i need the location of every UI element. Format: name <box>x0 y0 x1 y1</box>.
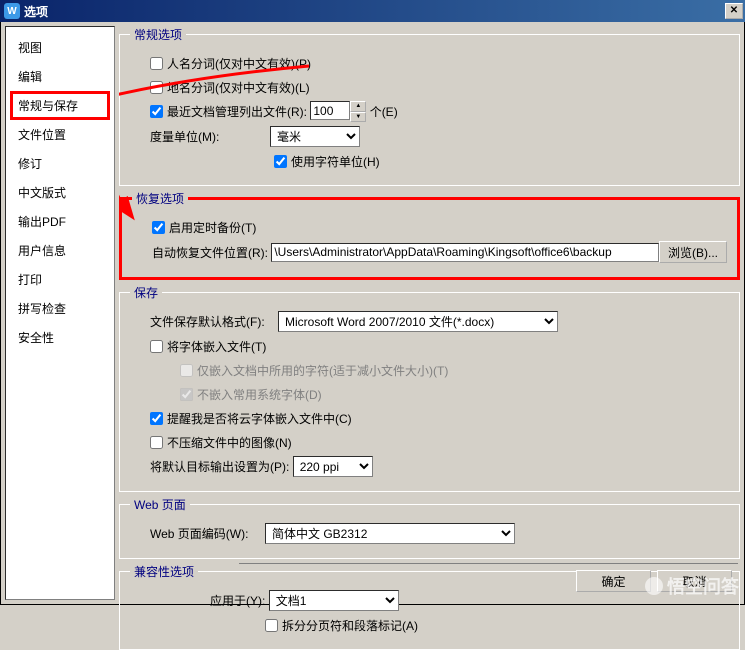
general-legend: 常规选项 <box>130 26 186 43</box>
web-encoding-label: Web 页面编码(W): <box>150 525 265 542</box>
close-button[interactable]: ✕ <box>725 3 743 19</box>
sidebar-item-security[interactable]: 安全性 <box>10 323 110 352</box>
default-fmt-label: 文件保存默认格式(F): <box>150 313 278 330</box>
sidebar-item-user-info[interactable]: 用户信息 <box>10 236 110 265</box>
recovery-options-group: 恢复选项 启用定时备份(T) 自动恢复文件位置(R): 浏览(B)... <box>119 190 740 280</box>
ok-button[interactable]: 确定 <box>576 570 651 592</box>
sidebar-item-edit[interactable]: 编辑 <box>10 62 110 91</box>
sidebar-item-spellcheck[interactable]: 拼写检查 <box>10 294 110 323</box>
recent-docs-up[interactable]: ▲ <box>350 101 366 112</box>
recovery-path-label: 自动恢复文件位置(R): <box>152 244 268 261</box>
web-group: Web 页面 Web 页面编码(W): 简体中文 GB2312 <box>119 496 740 559</box>
no-compress-img-checkbox[interactable] <box>150 436 163 449</box>
default-res-select[interactable]: 220 ppi <box>293 456 373 477</box>
use-char-unit-checkbox[interactable] <box>274 155 287 168</box>
browse-button[interactable]: 浏览(B)... <box>659 241 727 263</box>
sidebar-item-general-save[interactable]: 常规与保存 <box>10 91 110 120</box>
sidebar-item-chinese-layout[interactable]: 中文版式 <box>10 178 110 207</box>
use-char-unit-label: 使用字符单位(H) <box>291 153 380 170</box>
save-legend: 保存 <box>130 284 162 301</box>
compat-legend: 兼容性选项 <box>130 563 198 580</box>
sidebar-item-print[interactable]: 打印 <box>10 265 110 294</box>
name-split-label: 人名分词(仅对中文有效)(P) <box>167 55 311 72</box>
web-encoding-select[interactable]: 简体中文 GB2312 <box>265 523 515 544</box>
embed-font-label: 将字体嵌入文件(T) <box>167 338 266 355</box>
warn-cloud-font-checkbox[interactable] <box>150 412 163 425</box>
no-embed-sys-checkbox <box>180 388 193 401</box>
enable-backup-label: 启用定时备份(T) <box>169 219 256 236</box>
warn-cloud-font-label: 提醒我是否将云字体嵌入文件中(C) <box>167 410 352 427</box>
embed-used-only-label: 仅嵌入文档中所用的字符(适于减小文件大小)(T) <box>197 362 448 379</box>
embed-used-only-checkbox <box>180 364 193 377</box>
sidebar-item-output-pdf[interactable]: 输出PDF <box>10 207 110 236</box>
embed-font-checkbox[interactable] <box>150 340 163 353</box>
sidebar: 视图 编辑 常规与保存 文件位置 修订 中文版式 输出PDF 用户信息 打印 拼… <box>5 26 115 600</box>
unit-select[interactable]: 毫米 <box>270 126 360 147</box>
sidebar-item-view[interactable]: 视图 <box>10 33 110 62</box>
no-embed-sys-label: 不嵌入常用系统字体(D) <box>197 386 322 403</box>
split-page-label: 拆分分页符和段落标记(A) <box>282 617 418 634</box>
recovery-legend: 恢复选项 <box>132 190 188 207</box>
recent-docs-label: 最近文档管理列出文件(R): <box>167 103 307 120</box>
general-options-group: 常规选项 人名分词(仅对中文有效)(P) 地名分词(仅对中文有效)(L) 最近文… <box>119 26 740 186</box>
default-res-label: 将默认目标输出设置为(P): <box>150 458 289 475</box>
no-compress-img-label: 不压缩文件中的图像(N) <box>167 434 292 451</box>
recent-docs-input[interactable] <box>310 101 350 120</box>
place-split-label: 地名分词(仅对中文有效)(L) <box>167 79 310 96</box>
unit-label: 度量单位(M): <box>150 128 270 145</box>
save-group: 保存 文件保存默认格式(F): Microsoft Word 2007/2010… <box>119 284 740 492</box>
dialog-buttons: 确定 取消 <box>239 563 738 598</box>
split-page-checkbox[interactable] <box>265 619 278 632</box>
sidebar-item-file-location[interactable]: 文件位置 <box>10 120 110 149</box>
window-title: 选项 <box>24 3 48 20</box>
recent-docs-unit: 个(E) <box>370 103 398 120</box>
cancel-button[interactable]: 取消 <box>657 570 732 592</box>
default-fmt-select[interactable]: Microsoft Word 2007/2010 文件(*.docx) <box>278 311 558 332</box>
place-split-checkbox[interactable] <box>150 81 163 94</box>
recovery-path-input[interactable] <box>271 243 659 262</box>
app-icon: W <box>4 3 20 19</box>
recent-docs-down[interactable]: ▼ <box>350 112 366 123</box>
recent-docs-checkbox[interactable] <box>150 105 163 118</box>
name-split-checkbox[interactable] <box>150 57 163 70</box>
enable-backup-checkbox[interactable] <box>152 221 165 234</box>
sidebar-item-revision[interactable]: 修订 <box>10 149 110 178</box>
web-legend: Web 页面 <box>130 496 190 513</box>
